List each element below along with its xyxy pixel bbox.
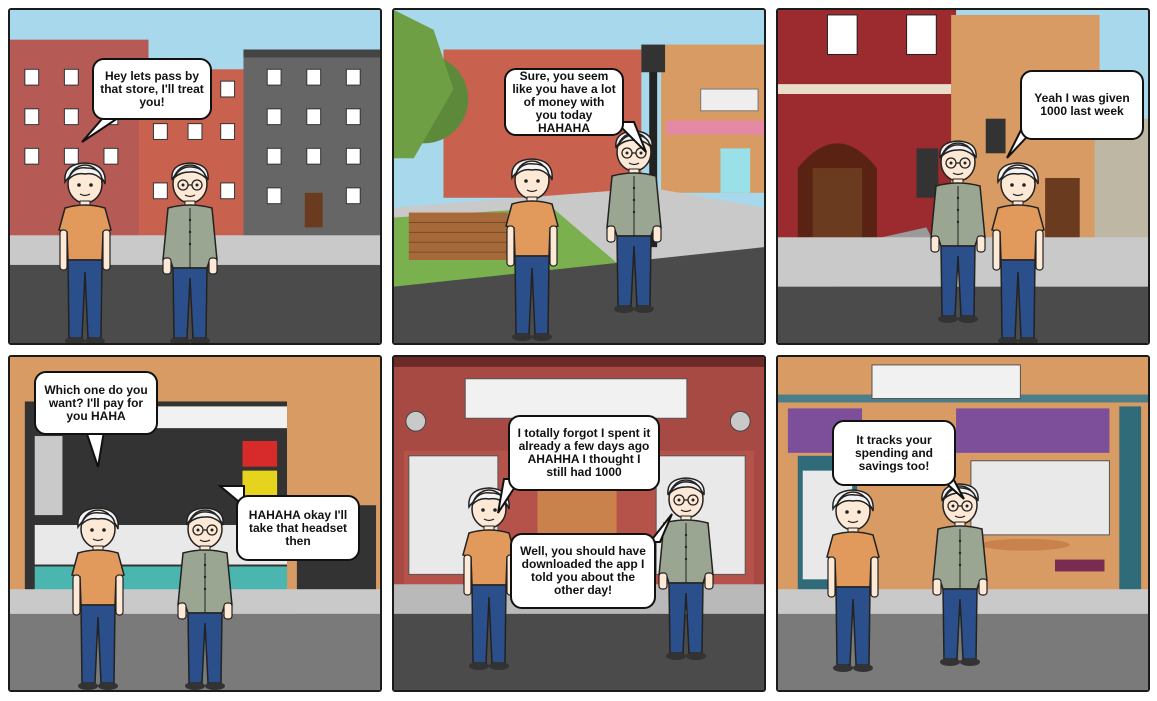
friend-character [932,483,988,667]
speech-bubble: Hey lets pass by that store, I'll treat … [92,58,212,120]
speech-bubble: Which one do you want? I'll pay for you … [34,371,158,435]
comic-panel-1: Hey lets pass by that store, I'll treat … [8,8,382,345]
comic-panel-6: It tracks your spending and savings too! [776,355,1150,692]
boy-character [71,507,125,690]
friend-character [658,477,714,661]
boy-character [58,162,112,343]
friend-character [930,140,986,324]
speech-bubble: It tracks your spending and savings too! [832,420,956,486]
speech-bubble: Yeah I was given 1000 last week [1020,70,1144,140]
friend-character [177,507,233,690]
comic-panel-4: Which one do you want? I'll pay for you … [8,355,382,692]
friend-character [162,162,218,343]
boy-character [991,162,1045,343]
park-sidewalk-background [394,10,764,343]
friend-character [606,130,662,314]
speech-bubble: I totally forgot I spent it already a fe… [508,415,660,491]
speech-bubble: Well, you should have downloaded the app… [510,533,656,609]
boy-character [505,158,559,342]
speech-bubble: Sure, you seem like you have a lot of mo… [504,68,624,136]
comic-panel-3: Yeah I was given 1000 last week [776,8,1150,345]
boy-character [826,489,880,673]
speech-bubble: HAHAHA okay I'll take that headset then [236,495,360,561]
comic-panel-2: Sure, you seem like you have a lot of mo… [392,8,766,345]
comic-panel-5: I totally forgot I spent it already a fe… [392,355,766,692]
